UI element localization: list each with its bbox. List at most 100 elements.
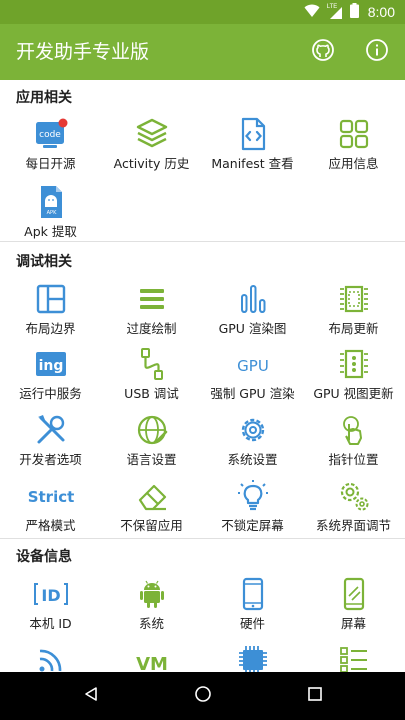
file-code-icon: [235, 116, 271, 152]
grid-icon: [336, 116, 372, 152]
tile-label: GPU 渲染图: [218, 321, 287, 336]
tile-label: Activity 历史: [113, 156, 190, 171]
section-title-app: 应用相关: [16, 90, 72, 106]
tile-label: 布局更新: [328, 321, 379, 336]
tile-label: 指针位置: [328, 452, 379, 467]
recent-apps-button[interactable]: [303, 684, 327, 708]
tile-force-gpu-render[interactable]: GPU 强制 GPU 渲染: [202, 346, 303, 412]
tile-label: 系统: [138, 616, 164, 631]
tile-dont-keep-activities[interactable]: 不保留应用: [101, 478, 202, 544]
tile-network[interactable]: [0, 642, 101, 672]
bulb-icon: [235, 478, 271, 514]
github-button[interactable]: [309, 38, 337, 66]
language-globe-icon: [134, 412, 170, 448]
list-icon: [336, 642, 372, 672]
ing-icon: ing: [33, 346, 69, 382]
tile-label: Apk 提取: [24, 224, 77, 239]
strict-icon-text: Strict: [27, 488, 74, 506]
tile-gpu-render-graph[interactable]: GPU 渲染图: [202, 281, 303, 347]
gpu-view-update-icon: [336, 346, 372, 382]
id-icon-text: ID: [41, 586, 60, 605]
tile-usb-debugging[interactable]: USB 调试: [101, 346, 202, 412]
tile-label: 强制 GPU 渲染: [210, 386, 295, 401]
tile-label: 硬件: [239, 616, 265, 631]
recent-apps-icon: [307, 686, 323, 706]
tile-pointer-location[interactable]: 指针位置: [303, 412, 404, 478]
vm-icon: VM: [134, 642, 170, 672]
tile-label: GPU 视图更新: [313, 386, 394, 401]
tile-language-settings[interactable]: 语言设置: [101, 412, 202, 478]
usb-icon: [134, 346, 170, 382]
layout-update-icon: [336, 281, 372, 317]
tile-daily-open-source[interactable]: code 每日开源: [0, 116, 101, 182]
wifi-signal-icon: [304, 3, 320, 22]
tools-icon: [33, 412, 69, 448]
eraser-icon: [134, 478, 170, 514]
network-type-label: LTE: [326, 4, 338, 10]
tile-label: 本机 ID: [29, 616, 72, 631]
wifi-icon: [33, 642, 69, 672]
tile-label: 严格模式: [25, 518, 76, 533]
tile-manifest-view[interactable]: Manifest 查看: [202, 116, 303, 182]
apk-file-icon: APK: [33, 184, 69, 220]
section-divider: [0, 538, 405, 539]
section-title-debug: 调试相关: [16, 254, 72, 270]
tile-vm[interactable]: VM: [101, 642, 202, 672]
tile-label: 屏幕: [340, 616, 366, 631]
strict-text-icon: Strict: [21, 478, 81, 514]
android-icon: [134, 576, 170, 612]
section-divider: [0, 241, 405, 242]
tile-list[interactable]: [303, 642, 404, 672]
status-bar: LTE 8:00: [0, 0, 405, 24]
tile-system-ui-tuner[interactable]: 系统界面调节: [303, 478, 404, 544]
tile-developer-options[interactable]: 开发者选项: [0, 412, 101, 478]
battery-icon: [349, 2, 359, 22]
tile-label: 语言设置: [126, 452, 177, 467]
tile-hardware[interactable]: 硬件: [202, 576, 303, 642]
tile-screen[interactable]: 屏幕: [303, 576, 404, 642]
tile-gpu-view-update[interactable]: GPU 视图更新: [303, 346, 404, 412]
tile-cpu[interactable]: [202, 642, 303, 672]
tile-running-services[interactable]: ing 运行中服务: [0, 346, 101, 412]
layers-icon: [134, 116, 170, 152]
tile-label: 应用信息: [328, 156, 379, 171]
back-icon: [83, 686, 99, 706]
info-button[interactable]: [363, 38, 391, 66]
section-title-device: 设备信息: [16, 549, 72, 565]
gears-icon: [336, 478, 372, 514]
settings-gear-icon: [235, 412, 271, 448]
tile-overdraw[interactable]: 过度绘制: [101, 281, 202, 347]
tile-label: 过度绘制: [126, 321, 177, 336]
gpu-icon-text: GPU: [237, 357, 269, 375]
tile-label: 每日开源: [25, 156, 76, 171]
tile-label: 系统设置: [227, 452, 278, 467]
tile-layout-bounds[interactable]: 布局边界: [0, 281, 101, 347]
tile-activity-history[interactable]: Activity 历史: [101, 116, 202, 182]
tile-label: USB 调试: [124, 386, 179, 401]
pointer-touch-icon: [336, 412, 372, 448]
ing-icon-text: ing: [38, 358, 63, 374]
tile-stay-awake[interactable]: 不锁定屏幕: [202, 478, 303, 544]
page-title: 开发助手专业版: [16, 41, 150, 63]
tile-system-settings[interactable]: 系统设置: [202, 412, 303, 478]
home-button[interactable]: [191, 684, 215, 708]
info-icon: [365, 38, 389, 66]
tile-label: 布局边界: [25, 321, 76, 336]
tile-label: 开发者选项: [19, 452, 82, 467]
code-badge-icon: code: [33, 116, 69, 152]
tile-label: 不锁定屏幕: [221, 518, 284, 533]
tile-app-info[interactable]: 应用信息: [303, 116, 404, 182]
back-button[interactable]: [79, 684, 103, 708]
status-icons: LTE 8:00: [304, 0, 395, 24]
nav-bar: [0, 672, 405, 720]
tile-system[interactable]: 系统: [101, 576, 202, 642]
tile-strict-mode[interactable]: Strict 严格模式: [0, 478, 101, 544]
tile-layout-update[interactable]: 布局更新: [303, 281, 404, 347]
id-icon: ID: [33, 576, 69, 612]
tile-label: 系统界面调节: [315, 518, 391, 533]
tile-device-id[interactable]: ID 本机 ID: [0, 576, 101, 642]
tools-list[interactable]: 应用相关 code 每日开源 Activity 历史 Manifest 查看 应…: [0, 80, 405, 672]
status-time: 8:00: [367, 4, 395, 20]
gpu-bars-icon: [235, 281, 271, 317]
vm-icon-text: VM: [136, 654, 168, 672]
